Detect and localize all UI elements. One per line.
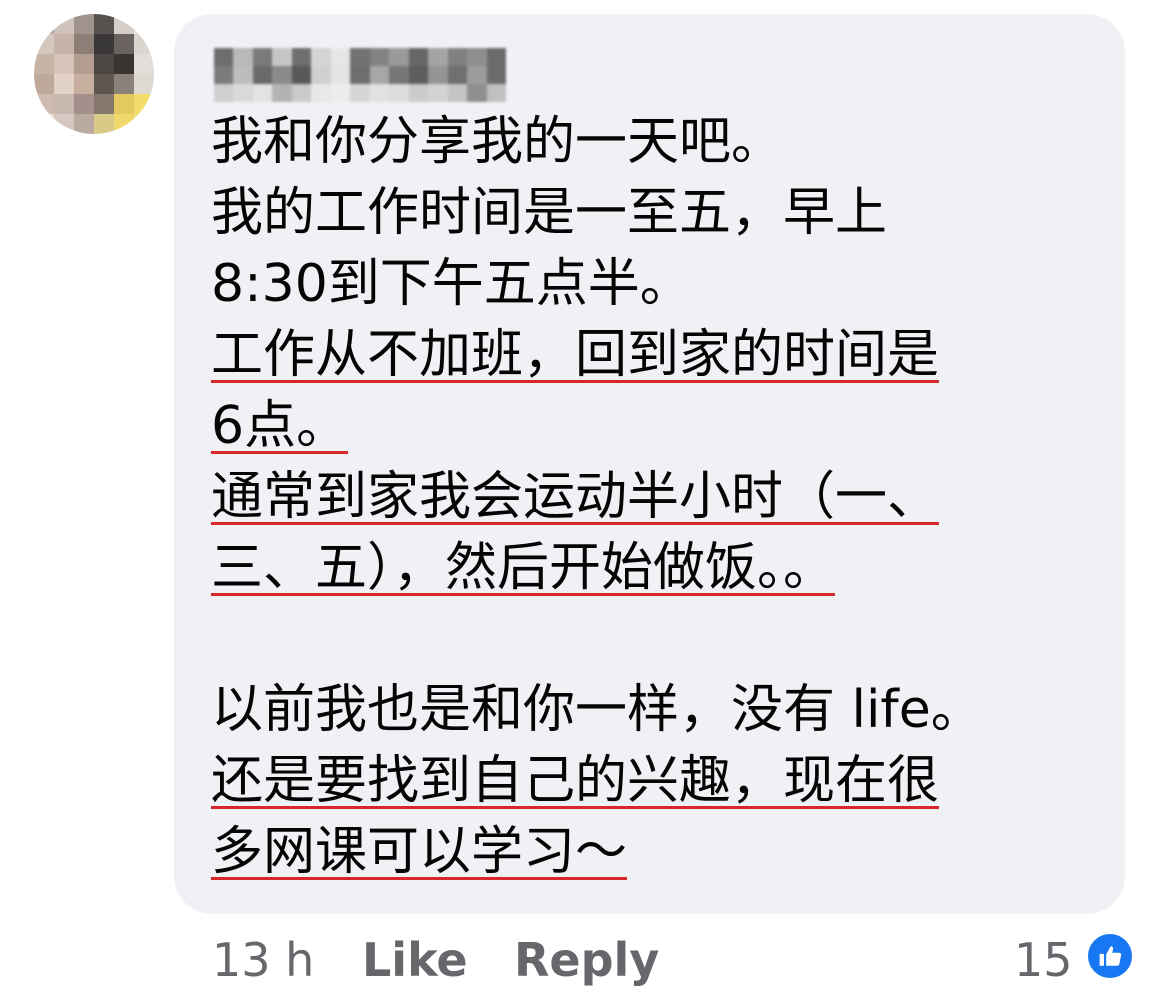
author-name[interactable] <box>214 48 506 102</box>
avatar[interactable] <box>34 14 154 134</box>
comment-line: 我的工作时间是一至五，早上 <box>211 183 888 243</box>
comment-line-underlined: 多网课可以学习～ <box>211 822 628 882</box>
comment-footer: 13 h Like Reply 15 <box>0 925 1170 997</box>
comment-line: 8:30到下午五点半。 <box>211 254 692 314</box>
reply-button[interactable]: Reply <box>514 933 659 987</box>
thumbs-up-icon[interactable] <box>1085 931 1135 981</box>
comment-line-underlined: 三、五），然后开始做饭。。 <box>211 538 836 598</box>
comment-line: 我和你分享我的一天吧。 <box>211 112 784 172</box>
comment-line-underlined: 通常到家我会运动半小时（一、 <box>211 467 940 527</box>
comment-text: 我和你分享我的一天吧。 我的工作时间是一至五，早上 8:30到下午五点半。 工作… <box>211 110 1111 891</box>
comment-line-underlined: 工作从不加班，回到家的时间是 <box>211 325 940 385</box>
like-button[interactable]: Like <box>362 933 468 987</box>
reaction-count[interactable]: 15 <box>1014 933 1073 987</box>
comment-line: 以前我也是和你一样，没有 life。 <box>211 680 983 740</box>
comment-line-underlined: 6点。 <box>211 396 349 456</box>
timestamp[interactable]: 13 h <box>212 933 314 987</box>
comment-line-underlined: 还是要找到自己的兴趣，现在很 <box>211 751 940 811</box>
